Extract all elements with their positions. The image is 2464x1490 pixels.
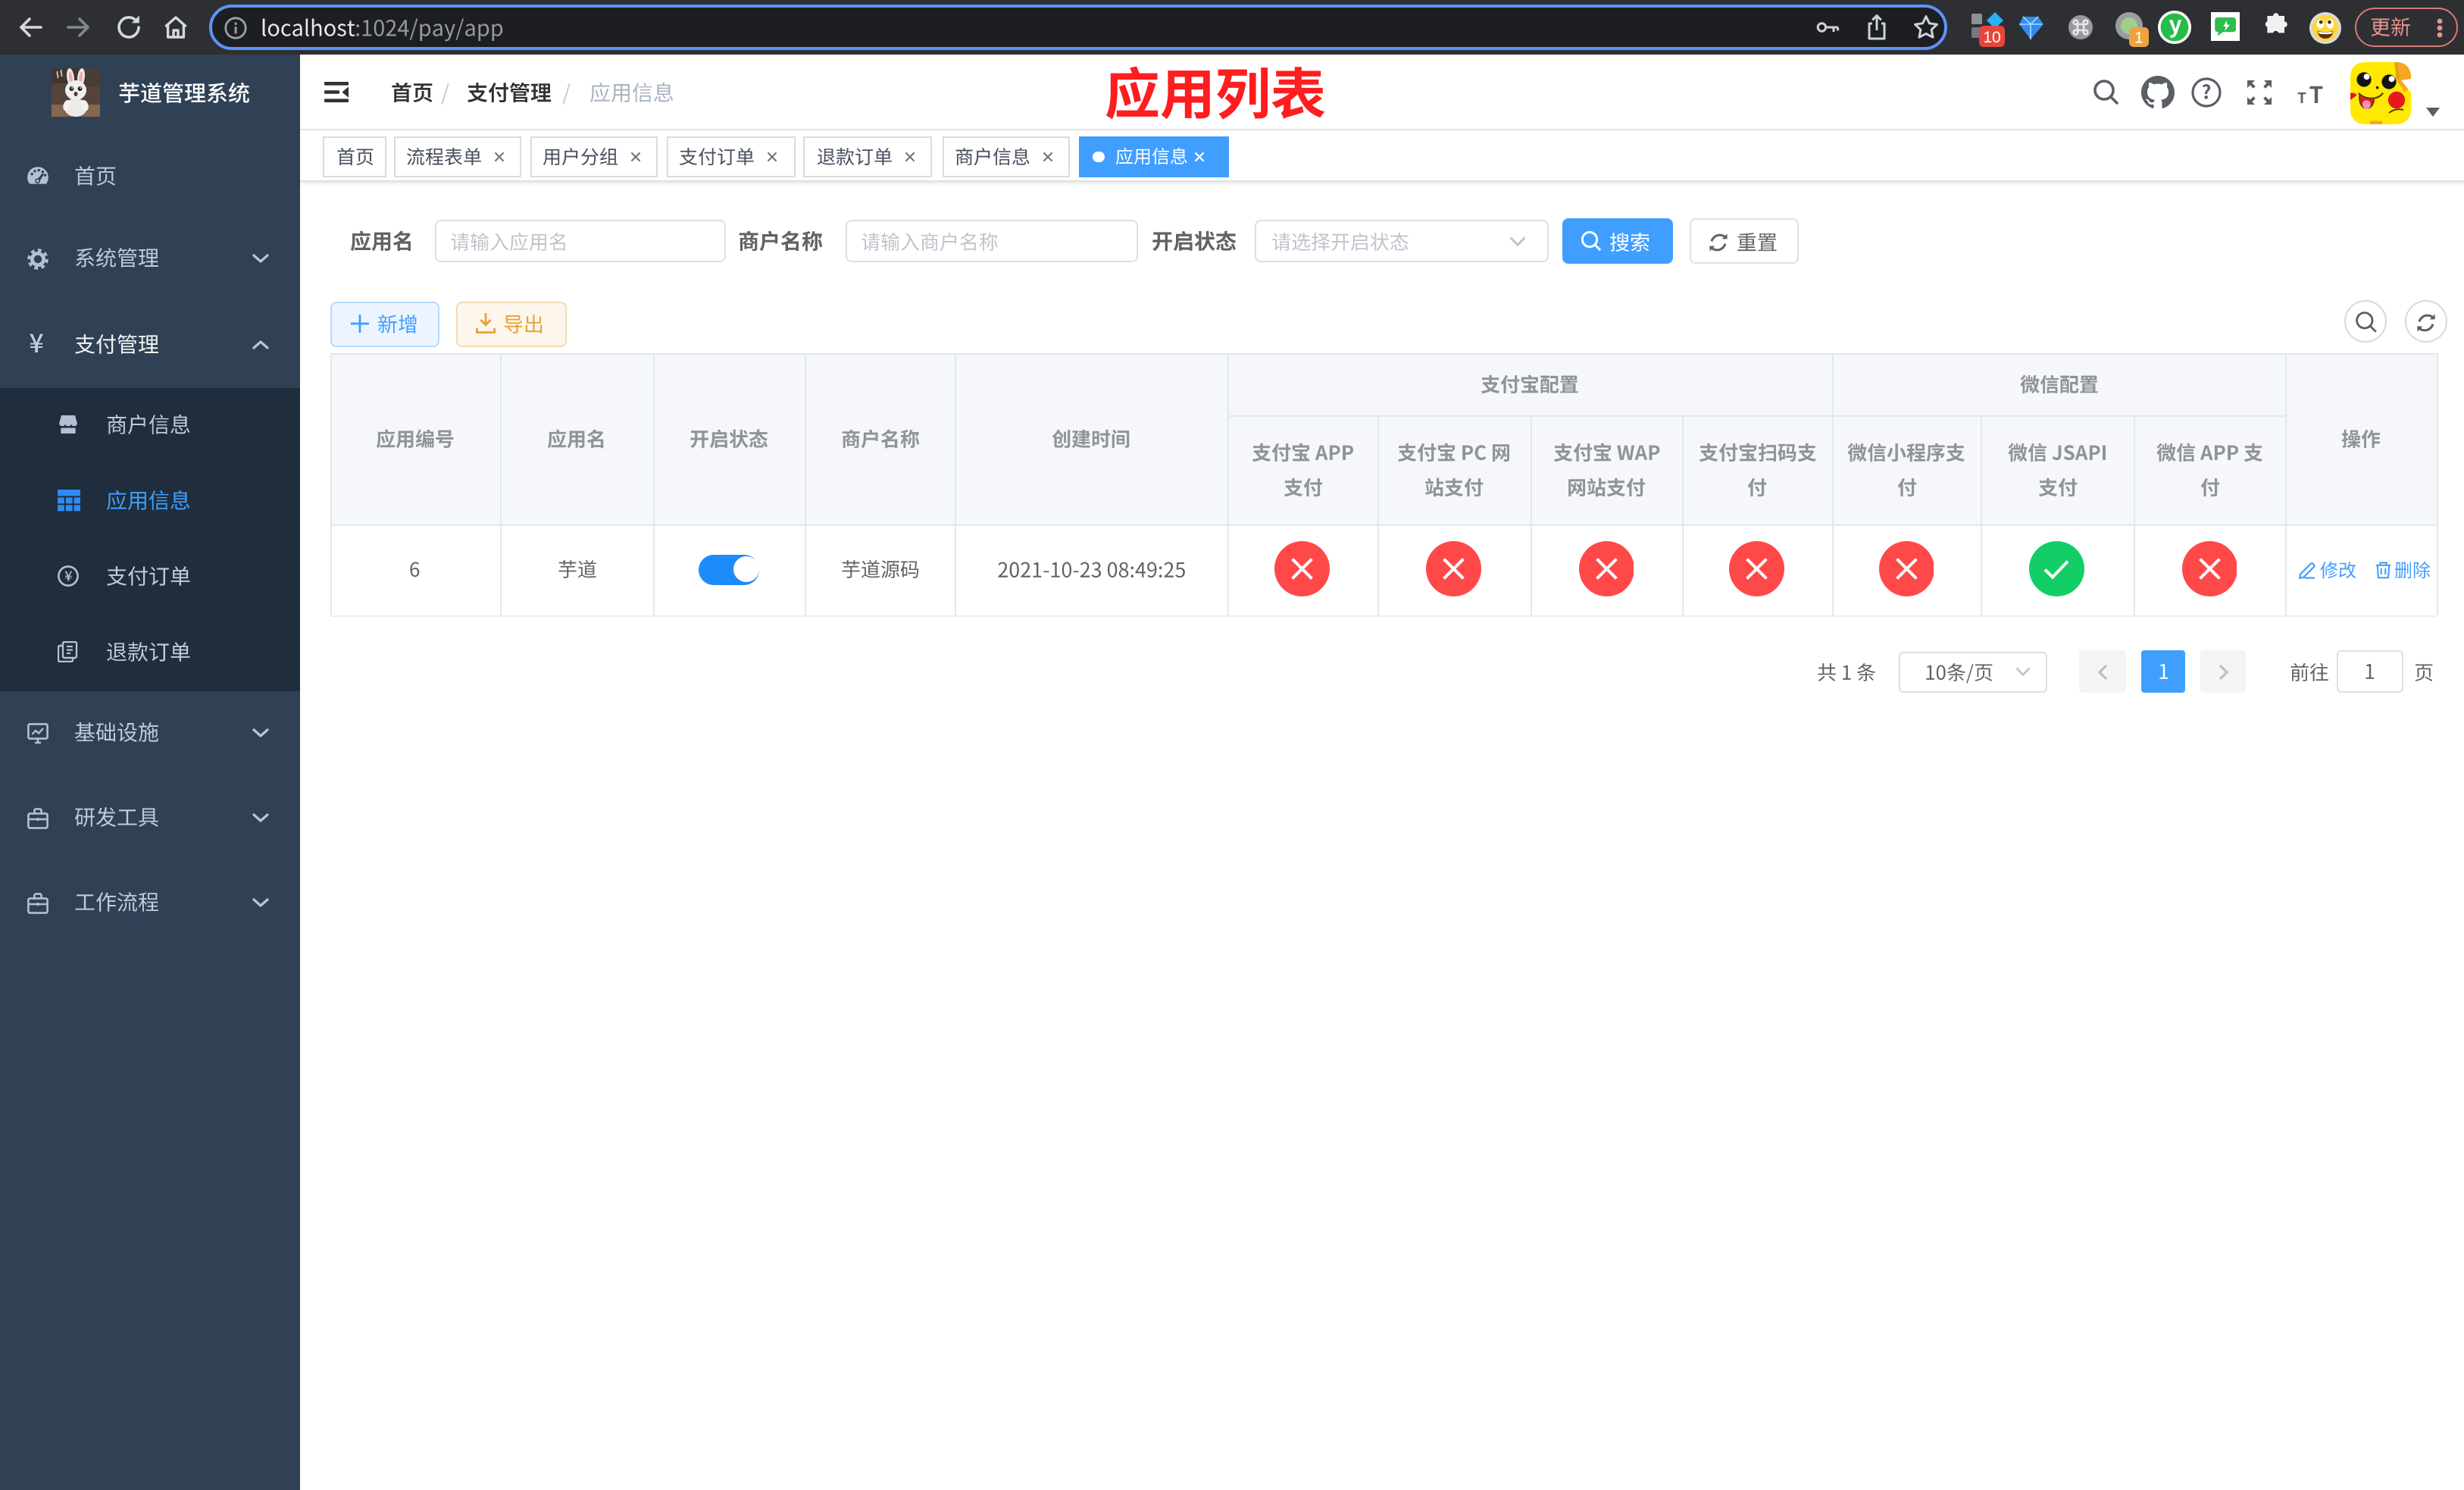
svg-text:1: 1	[2134, 30, 2143, 47]
svg-text:10: 10	[1983, 29, 2000, 46]
